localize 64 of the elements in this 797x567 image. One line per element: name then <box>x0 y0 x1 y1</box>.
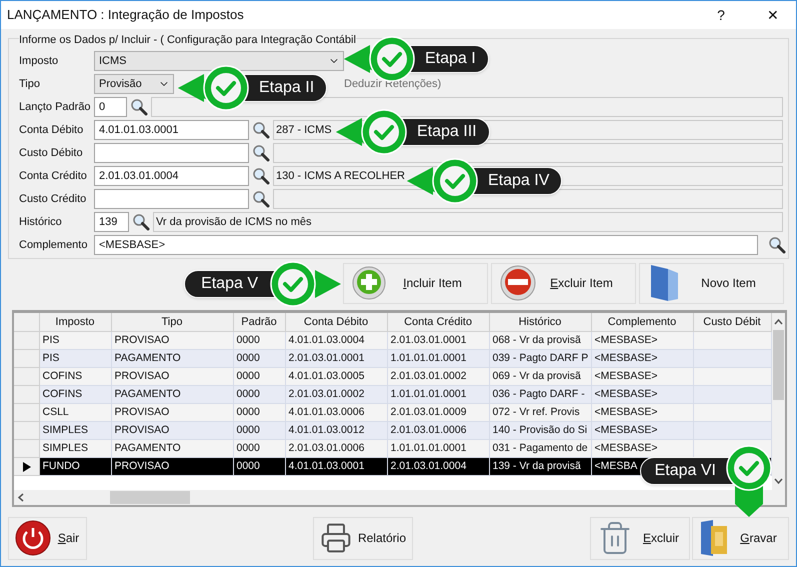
row-pointer-icon <box>23 462 31 472</box>
power-icon <box>15 520 51 556</box>
input-field[interactable] <box>94 189 249 209</box>
table-row[interactable]: SIMPLES PROVISAO 0000 4.01.01.03.0012 2.01.03.01.0006 140 - Provisão do Si <MESBASE> <box>14 422 771 440</box>
search-icon[interactable] <box>130 98 148 116</box>
table-cell: FUNDO <box>39 458 111 476</box>
table-cell: 2.01.03.01.0004 <box>387 458 489 476</box>
vertical-scrollbar[interactable] <box>772 312 785 490</box>
search-icon[interactable] <box>252 121 270 139</box>
field-label: Complemento <box>19 238 88 253</box>
table-row[interactable]: SIMPLES PAGAMENTO 0000 2.01.03.01.0006 1.01.01.01.0001 031 - Pagamento de <MESBASE> <box>14 440 771 458</box>
action-button[interactable]: Excluir Item <box>491 262 636 304</box>
input-field[interactable]: <MESBASE> <box>94 235 758 255</box>
scroll-thumb[interactable] <box>110 490 190 504</box>
option-label: Deduzir Retenções) <box>344 76 442 92</box>
table-row[interactable]: COFINS PROVISAO 0000 4.01.01.03.0005 2.01.03.01.0002 069 - Vr da provisã <MESBASE> <box>14 368 771 386</box>
input-field[interactable]: 4.01.01.03.0001 <box>94 120 249 140</box>
search-icon[interactable] <box>252 144 270 162</box>
check-pin-icon <box>269 260 341 308</box>
input-field[interactable] <box>94 143 249 163</box>
display-field: Vr da provisão de ICMS no mês <box>153 212 783 232</box>
footer-button[interactable]: Excluir <box>590 516 690 560</box>
table-cell: 139 - Vr da provisã <box>489 458 591 476</box>
footer-button[interactable]: Sair <box>8 516 87 560</box>
table-row[interactable]: PIS PAGAMENTO 0000 2.01.03.01.0001 1.01.01.01.0001 039 - Pagto DARF P <MESBASE> <box>14 350 771 368</box>
table-row[interactable]: COFINS PAGAMENTO 0000 2.01.03.01.0002 1.01.01.01.0001 036 - Pagto DARF - <MESBASE> <box>14 386 771 404</box>
table-cell: 0000 <box>233 458 285 476</box>
input-field[interactable]: 0 <box>94 97 127 117</box>
field-label: Histórico <box>19 214 63 230</box>
window-title: LANÇAMENTO : Integração de Impostos <box>7 6 244 24</box>
search-icon[interactable] <box>252 167 270 185</box>
table-row[interactable]: CSLL PROVISAO 0000 4.01.01.03.0006 2.01.03.01.0009 072 - Vr ref. Provis <MESBASE> <box>14 404 771 422</box>
action-button[interactable]: Incluir Item <box>343 262 488 304</box>
input-field[interactable]: 139 <box>94 212 129 232</box>
dropdown[interactable]: Provisão <box>94 74 174 94</box>
group-title: Informe os Dados p/ Incluir - ( Configuração para Integração Contábil <box>19 32 356 48</box>
dropdown[interactable]: ICMS <box>94 51 344 71</box>
close-button[interactable]: ✕ <box>750 4 796 26</box>
field-label: Custo Débito <box>19 146 84 161</box>
check-pin-icon <box>178 64 250 112</box>
check-pin-icon <box>336 108 408 156</box>
minus-icon <box>500 265 536 301</box>
field-label: Tipo <box>19 76 41 92</box>
table-cell: 4.01.01.03.0001 <box>285 458 387 476</box>
field-label: Conta Débito <box>19 122 84 138</box>
folder-icon <box>699 518 729 558</box>
field-label: Custo Crédito <box>19 192 88 207</box>
plus-icon <box>352 266 386 300</box>
search-icon[interactable] <box>252 190 270 208</box>
table-cell: PROVISAO <box>111 458 233 476</box>
printer-icon <box>320 521 352 555</box>
scroll-thumb[interactable] <box>772 330 784 400</box>
footer-button[interactable]: Relatório <box>313 516 413 560</box>
action-button[interactable]: Novo Item <box>639 262 784 304</box>
input-field[interactable]: 2.01.03.01.0004 <box>94 166 249 186</box>
search-icon[interactable] <box>132 213 150 231</box>
footer-button[interactable]: Gravar <box>692 516 789 560</box>
help-button[interactable]: ? <box>698 4 744 26</box>
search-icon[interactable] <box>768 236 786 254</box>
table-row[interactable]: PIS PROVISAO 0000 4.01.01.03.0004 2.01.03.01.0001 068 - Vr da provisã <MESBASE> <box>14 332 771 350</box>
field-label: Conta Crédito <box>19 168 88 184</box>
field-label: Lançto Padrão <box>19 100 92 115</box>
horizontal-scrollbar[interactable] <box>14 490 785 504</box>
field-label: Imposto <box>19 54 60 69</box>
